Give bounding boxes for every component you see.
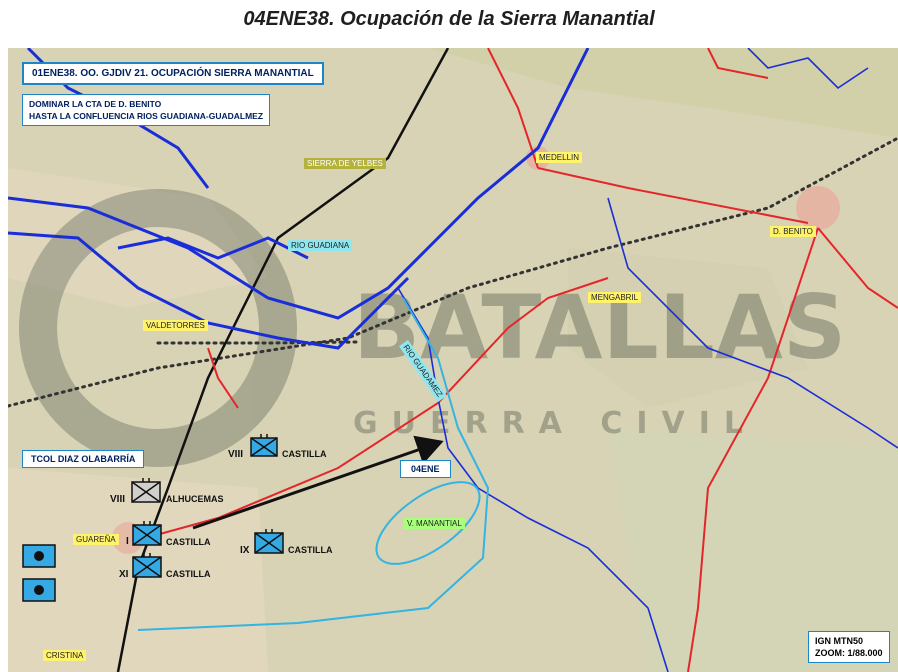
infantry-icon — [250, 434, 278, 457]
unit-numeral: XI — [119, 569, 129, 580]
scale-line: ZOOM: 1/88.000 — [815, 648, 883, 658]
place-rio-guadiana: RIO GUADIANA — [288, 240, 353, 251]
commander-box: TCOL DIAZ OLABARRÍA — [22, 450, 145, 468]
scale-line: IGN MTN50 — [815, 636, 864, 646]
unit-numeral: IX — [240, 545, 250, 556]
hq-symbol[interactable] — [22, 544, 56, 568]
unit-name: CASTILLA — [288, 545, 333, 555]
place-medellin: MEDELLIN — [536, 152, 583, 163]
place-v-manantial: V. MANANTIAL — [404, 518, 465, 529]
unit-name: CASTILLA — [282, 449, 327, 459]
unit-name: CASTILLA — [166, 537, 211, 547]
scale-box: IGN MTN50 ZOOM: 1/88.000 — [808, 631, 890, 663]
place-mengabril: MENGABRIL — [588, 292, 642, 303]
map-title: 04ENE38. Ocupación de la Sierra Manantia… — [243, 8, 655, 30]
place-valdetorres: VALDETORRES — [143, 320, 208, 331]
objective-line: DOMINAR LA CTA DE D. BENITO — [29, 99, 162, 109]
order-box: 01ENE38. OO. GJDIV 21. OCUPACIÓN SIERRA … — [22, 62, 324, 85]
unit-name: ALHUCEMAS — [166, 494, 224, 504]
unit-numeral: VIII — [110, 494, 126, 505]
place-don-benito: D. BENITO — [770, 226, 816, 237]
unit-numeral: I — [126, 536, 129, 547]
date-box: 04ENE — [400, 460, 451, 478]
map-canvas[interactable]: BATALLAS GUERRA CIVIL 01ENE38. OO. GJDIV… — [8, 48, 898, 672]
place-cristina: CRISTINA — [43, 650, 87, 661]
objective-line: HASTA LA CONFLUENCIA RIOS GUADIANA-GUADA… — [29, 111, 264, 121]
infantry-icon — [131, 478, 161, 503]
place-sierra-yelbes: SIERRA DE YELBES — [304, 158, 386, 169]
infantry-icon — [254, 529, 284, 554]
boundary-line-west — [156, 340, 360, 345]
unit-numeral: VIII — [228, 449, 244, 460]
place-guarena: GUAREÑA — [73, 534, 119, 545]
objective-box: DOMINAR LA CTA DE D. BENITO HASTA LA CON… — [22, 94, 271, 126]
infantry-icon — [132, 553, 162, 578]
watermark-sub: GUERRA CIVIL — [353, 406, 757, 441]
hq-symbol[interactable] — [22, 578, 56, 602]
unit-name: CASTILLA — [166, 569, 211, 579]
infantry-icon — [132, 521, 162, 546]
